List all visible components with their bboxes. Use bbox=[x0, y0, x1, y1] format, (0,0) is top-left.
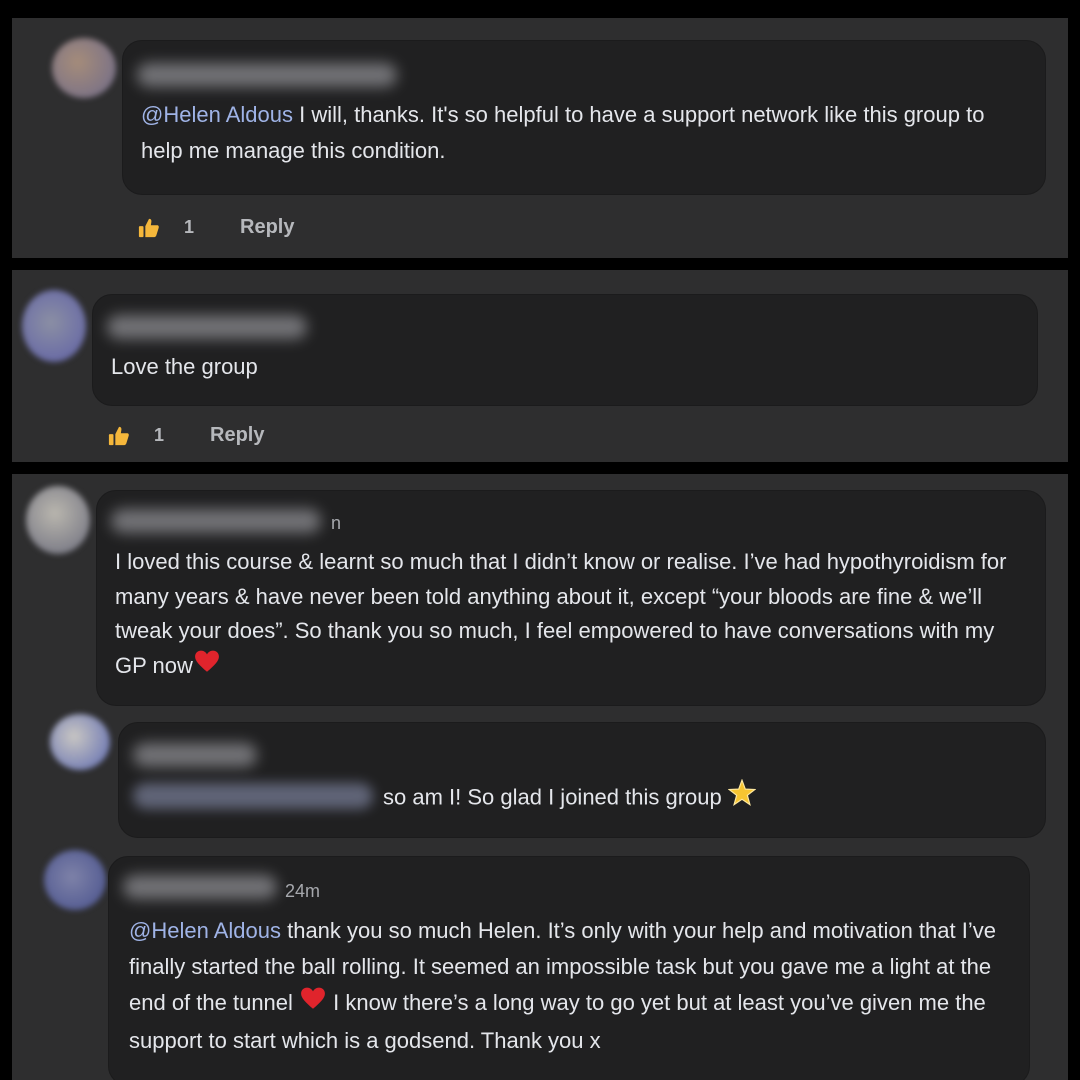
commenter-name-suffix: n bbox=[331, 513, 342, 533]
like-count: 1 bbox=[154, 425, 165, 445]
comment-time[interactable]: 24m bbox=[285, 881, 320, 902]
reply-button[interactable]: Reply bbox=[240, 216, 294, 239]
glowing-star-emoji bbox=[727, 778, 757, 818]
comment-panel-1: @Helen Aldous I will, thanks. It's so he… bbox=[12, 18, 1068, 258]
commenter-name[interactable] bbox=[123, 875, 277, 899]
avatar[interactable] bbox=[22, 290, 86, 362]
comment-bubble: 24m @Helen Aldous thank you so much Hele… bbox=[108, 856, 1030, 1080]
avatar[interactable] bbox=[26, 486, 90, 554]
comment-body: so am I! So glad I joined this group bbox=[383, 784, 722, 810]
comment-bubble: n I loved this course & learnt so much t… bbox=[96, 490, 1046, 706]
comment-text: Love the group bbox=[111, 354, 258, 379]
avatar[interactable] bbox=[44, 850, 106, 910]
mention-link[interactable] bbox=[133, 783, 373, 809]
commenter-name[interactable] bbox=[137, 63, 397, 87]
comment-panel-3: n I loved this course & learnt so much t… bbox=[12, 474, 1068, 1080]
comment-bubble: so am I! So glad I joined this group bbox=[118, 722, 1046, 838]
comment-actions: 1 Reply bbox=[108, 424, 264, 447]
commenter-name[interactable] bbox=[111, 509, 321, 533]
avatar[interactable] bbox=[50, 714, 110, 770]
comment-text: @Helen Aldous I will, thanks. It's so he… bbox=[141, 97, 1021, 169]
thumbs-up-icon[interactable] bbox=[108, 425, 130, 447]
mention-link[interactable]: @Helen Aldous bbox=[141, 102, 293, 127]
comment-text: I loved this course & learnt so much tha… bbox=[115, 545, 1025, 685]
comment-panel-2: Love the group 1 Reply bbox=[12, 270, 1068, 462]
red-heart-emoji bbox=[299, 986, 327, 1023]
commenter-name[interactable] bbox=[107, 315, 307, 339]
commenter-name[interactable] bbox=[133, 743, 257, 767]
comment-text: @Helen Aldous thank you so much Helen. I… bbox=[129, 913, 1009, 1059]
comment-body: I loved this course & learnt so much tha… bbox=[115, 549, 1007, 678]
mention-link[interactable]: @Helen Aldous bbox=[129, 918, 281, 943]
comment-bubble: @Helen Aldous I will, thanks. It's so he… bbox=[122, 40, 1046, 195]
like-count: 1 bbox=[184, 217, 195, 237]
comment-text: so am I! So glad I joined this group bbox=[383, 778, 1023, 818]
thumbs-up-icon[interactable] bbox=[138, 217, 160, 239]
reply-button[interactable]: Reply bbox=[210, 424, 264, 447]
red-heart-emoji bbox=[193, 649, 221, 686]
comment-bubble: Love the group bbox=[92, 294, 1038, 406]
comment-actions: 1 Reply bbox=[138, 216, 294, 239]
avatar[interactable] bbox=[52, 38, 116, 98]
